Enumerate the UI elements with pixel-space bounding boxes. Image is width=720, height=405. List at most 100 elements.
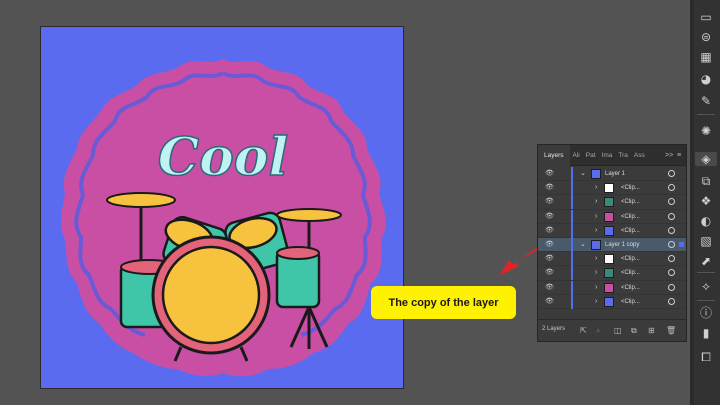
- sublayer-name[interactable]: <Clip...: [621, 197, 640, 207]
- layer-row-selected[interactable]: 👁 ⌄ Layer 1 copy: [538, 237, 686, 253]
- chevron-right-icon[interactable]: ›: [595, 297, 597, 307]
- chevron-down-icon[interactable]: ⌄: [580, 240, 586, 250]
- sublayer-row[interactable]: 👁 › <Clip...: [538, 181, 686, 196]
- sublayer-row[interactable]: 👁 › <Clip...: [538, 294, 686, 309]
- callout-text: The copy of the layer: [388, 296, 499, 309]
- chevron-right-icon[interactable]: ›: [595, 183, 597, 193]
- info-icon[interactable]: ⓘ: [699, 306, 713, 320]
- panel-menu-icon[interactable]: ≡: [677, 145, 681, 166]
- appearance-icon[interactable]: ✺: [699, 124, 713, 138]
- sublayer-name[interactable]: <Clip...: [621, 283, 640, 293]
- color-icon[interactable]: ◕: [699, 72, 713, 86]
- sublayer-name[interactable]: <Clip...: [621, 297, 640, 307]
- tab-asset-export[interactable]: Ass: [631, 145, 648, 166]
- sublayer-name[interactable]: <Clip...: [621, 183, 640, 193]
- right-toolbar: ▭ ⊜ ▦ ◕ ✎ ✺ ◈ ⧉ ❖ ◐ ▧ ⬈ ✧ ⓘ ▮ ⧠: [690, 0, 720, 405]
- sublayer-name[interactable]: <Clip...: [621, 212, 640, 222]
- chevron-right-icon[interactable]: ›: [595, 226, 597, 236]
- artboards-icon[interactable]: ⧉: [699, 174, 713, 188]
- tab-transform[interactable]: Tra: [615, 145, 631, 166]
- libraries-icon[interactable]: ▭: [699, 10, 713, 24]
- export-icon[interactable]: ⇱: [580, 326, 587, 335]
- arrange-icon[interactable]: ⧠: [699, 350, 713, 364]
- target-circle-icon[interactable]: [668, 198, 675, 206]
- visibility-eye-icon[interactable]: 👁: [545, 227, 554, 235]
- target-circle-icon[interactable]: [668, 226, 675, 234]
- panel-footer: 2 Layers ⇱ ⌕ ◫ ⧉ ⊞ 🗑: [538, 319, 686, 341]
- sublayer-row[interactable]: 👁 › <Clip...: [538, 266, 686, 281]
- sublayer-row[interactable]: 👁 › <Clip...: [538, 195, 686, 210]
- trash-icon[interactable]: 🗑: [666, 326, 676, 335]
- sublayer-thumbnail: [604, 254, 614, 265]
- tab-image-trace[interactable]: Ima: [599, 145, 616, 166]
- toolbar-divider: [697, 272, 715, 273]
- chevron-right-icon[interactable]: ›: [595, 212, 597, 222]
- more-tabs-icon[interactable]: >>: [665, 145, 673, 166]
- gradient-icon[interactable]: ▮: [699, 326, 713, 340]
- tab-align[interactable]: Ali: [570, 145, 583, 166]
- properties-icon[interactable]: ⊜: [699, 30, 713, 44]
- links-icon[interactable]: ⬈: [699, 254, 713, 268]
- layer-color-bar: [571, 252, 573, 267]
- drum-illustration: Cool: [60, 59, 386, 377]
- visibility-eye-icon[interactable]: 👁: [545, 284, 554, 292]
- sublayer-name[interactable]: <Clip...: [621, 254, 640, 264]
- layer-thumbnail: [591, 239, 601, 250]
- chevron-right-icon[interactable]: ›: [595, 197, 597, 207]
- toolbar-divider: [697, 300, 715, 301]
- left-cymbal: [106, 192, 176, 208]
- layers-list: 👁 ⌄ Layer 1 👁 › <Clip... 👁 › <Clip... 👁 …: [538, 167, 686, 309]
- tab-layers[interactable]: Layers: [538, 144, 570, 166]
- layers-panel: Layers Ali Pat Ima Tra Ass >> ≡ 👁 ⌄ Laye…: [537, 144, 687, 342]
- sublayer-row[interactable]: 👁 › <Clip...: [538, 209, 686, 224]
- visibility-eye-icon[interactable]: 👁: [545, 198, 554, 206]
- sublayer-name[interactable]: <Clip...: [621, 226, 640, 236]
- layer-color-bar: [571, 280, 573, 295]
- layer-name[interactable]: Layer 1: [605, 169, 625, 179]
- brushes-icon[interactable]: ✎: [699, 94, 713, 108]
- visibility-eye-icon[interactable]: 👁: [545, 269, 554, 277]
- right-cymbal: [276, 208, 342, 222]
- target-circle-icon[interactable]: [668, 297, 675, 305]
- tab-pathfinder[interactable]: Pat: [583, 145, 599, 166]
- target-circle-icon[interactable]: [668, 283, 675, 291]
- visibility-eye-icon[interactable]: 👁: [545, 213, 554, 221]
- chevron-right-icon[interactable]: ›: [595, 254, 597, 264]
- target-circle-icon[interactable]: [668, 255, 675, 263]
- visibility-eye-icon[interactable]: 👁: [545, 170, 554, 178]
- chevron-down-icon[interactable]: ⌄: [580, 169, 586, 179]
- visibility-eye-icon[interactable]: 👁: [545, 255, 554, 263]
- layer-count: 2 Layers: [542, 326, 566, 332]
- layer-name[interactable]: Layer 1 copy: [605, 240, 639, 250]
- clipping-mask-icon[interactable]: ◫: [614, 326, 622, 335]
- target-circle-icon[interactable]: [668, 184, 675, 192]
- visibility-eye-icon[interactable]: 👁: [545, 241, 554, 249]
- visibility-eye-icon[interactable]: 👁: [545, 298, 554, 306]
- graphic-styles-icon[interactable]: ◐: [699, 214, 713, 228]
- magic-wand-icon[interactable]: ✧: [699, 280, 713, 294]
- visibility-eye-icon[interactable]: 👁: [545, 184, 554, 192]
- layer-thumbnail: [591, 169, 601, 179]
- symbols-icon[interactable]: ❖: [699, 194, 713, 208]
- layer-row[interactable]: 👁 ⌄ Layer 1: [538, 167, 686, 182]
- layers-icon[interactable]: ◈: [695, 152, 717, 166]
- new-layer-icon[interactable]: ⊞: [648, 326, 655, 335]
- new-sublayer-icon[interactable]: ⧉: [631, 326, 637, 335]
- selection-indicator[interactable]: [679, 241, 684, 247]
- sublayer-row[interactable]: 👁 › <Clip...: [538, 223, 686, 238]
- transparency-icon[interactable]: ▧: [699, 234, 713, 248]
- layer-color-bar: [571, 223, 573, 238]
- sublayer-row[interactable]: 👁 › <Clip...: [538, 252, 686, 267]
- layer-color-bar: [571, 209, 573, 224]
- target-circle-icon[interactable]: [668, 269, 675, 277]
- target-circle-icon[interactable]: [668, 212, 675, 220]
- target-circle-icon[interactable]: [668, 170, 675, 177]
- sublayer-row[interactable]: 👁 › <Clip...: [538, 280, 686, 295]
- target-circle-icon[interactable]: [668, 240, 675, 248]
- chevron-right-icon[interactable]: ›: [595, 268, 597, 278]
- sublayer-name[interactable]: <Clip...: [621, 268, 640, 278]
- chevron-right-icon[interactable]: ›: [595, 283, 597, 293]
- locate-object-icon[interactable]: ⌕: [596, 326, 600, 335]
- swatches-icon[interactable]: ▦: [699, 50, 713, 64]
- artboard[interactable]: Cool: [40, 26, 404, 389]
